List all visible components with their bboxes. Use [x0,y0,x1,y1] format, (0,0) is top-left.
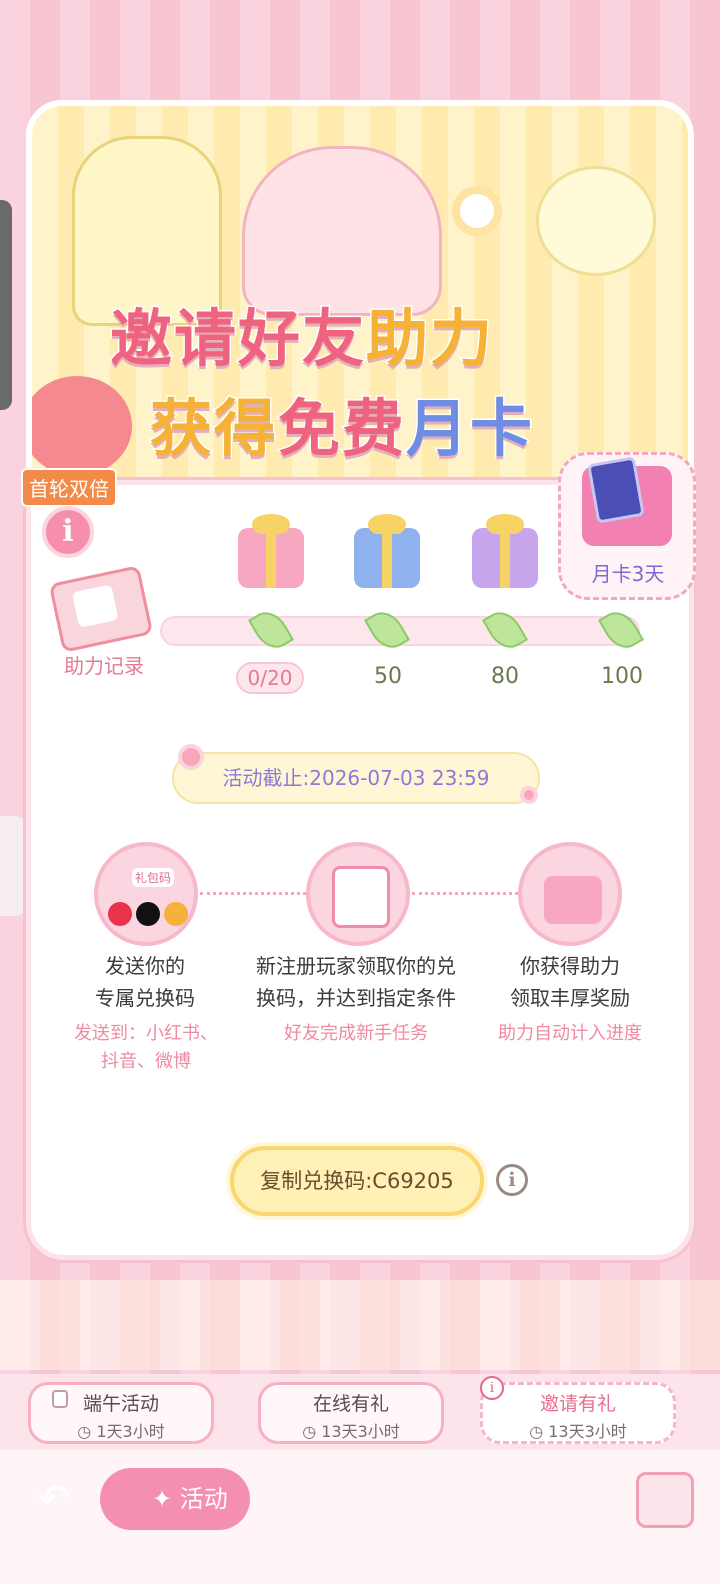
step1-share-icon: 礼包码 [94,842,198,946]
douyin-icon [136,902,160,926]
milestone-value: 100 [601,664,643,689]
milestone-value: 50 [374,664,402,689]
lock-icon [52,1390,68,1408]
form-card-icon [332,866,390,928]
gift-code-tag: 礼包码 [132,868,175,887]
tab-timer: ◷ 13天3小时 [302,1422,400,1441]
milestone-value: 80 [491,664,519,689]
code-info-icon[interactable]: i [496,1164,528,1196]
gift-box-icon-blue[interactable] [354,514,420,588]
step2-subtitle: 好友完成新手任务 [284,1023,428,1044]
back-arrow-icon[interactable]: ↶ [30,1476,78,1524]
first-round-double-badge: 首轮双倍 [21,468,117,507]
tab-label: 在线有礼 [312,1393,389,1415]
chick-icon [536,166,656,276]
step2-title: 新注册玩家领取你的兑 换码，并达到指定条件 [256,954,456,1010]
strawberry-mascot-icon [32,376,132,476]
lace-decoration [0,1280,720,1370]
weibo-icon [164,902,188,926]
tab-online-gift[interactable]: 在线有礼 ◷ 13天3小时 [258,1382,444,1444]
flower-icon [178,744,204,770]
step3-reward-icon [518,842,622,946]
gift-box-icon [544,876,602,924]
gift-box-icon-pink[interactable] [238,514,304,588]
tab-invite-gift[interactable]: 邀请有礼 ◷ 13天3小时 [480,1382,676,1444]
side-handle[interactable] [0,200,12,410]
step-connector [412,892,518,895]
xiaohongshu-icon [108,902,132,926]
activity-button[interactable]: ✦ 活动 [100,1468,250,1530]
rules-info-button[interactable]: i [42,506,94,558]
help-record-label[interactable]: 助力记录 [64,650,144,679]
deadline-banner: 活动截止:2026-07-03 23:59 [172,752,540,804]
banner-title-line1: 邀请好友助力 [108,301,495,377]
step-connector [200,892,306,895]
tab-timer: ◷ 13天3小时 [529,1422,627,1441]
tab-label: 邀请有礼 [539,1393,616,1415]
flower-icon [452,186,502,236]
flower-icon [520,786,538,804]
tab-info-icon[interactable]: i [480,1376,504,1400]
step1-subtitle: 发送到：小红书、 抖音、微博 [74,1023,218,1072]
step2-register-icon [306,842,410,946]
copy-code-button[interactable]: 复制兑换码:C69205 [230,1146,484,1216]
calendar-icon[interactable] [636,1472,694,1528]
final-reward-label: 月卡3天 [591,562,665,586]
step3-subtitle: 助力自动计入进度 [498,1023,642,1044]
gift-box-icon-purple[interactable] [472,514,538,588]
step3-title: 你获得助力 领取丰厚奖励 [510,954,630,1010]
monthly-card-icon [587,456,645,524]
step1-title: 发送你的 专属兑换码 [95,954,195,1010]
current-progress: 0/20 [236,662,304,694]
tab-timer: ◷ 1天3小时 [77,1422,165,1441]
